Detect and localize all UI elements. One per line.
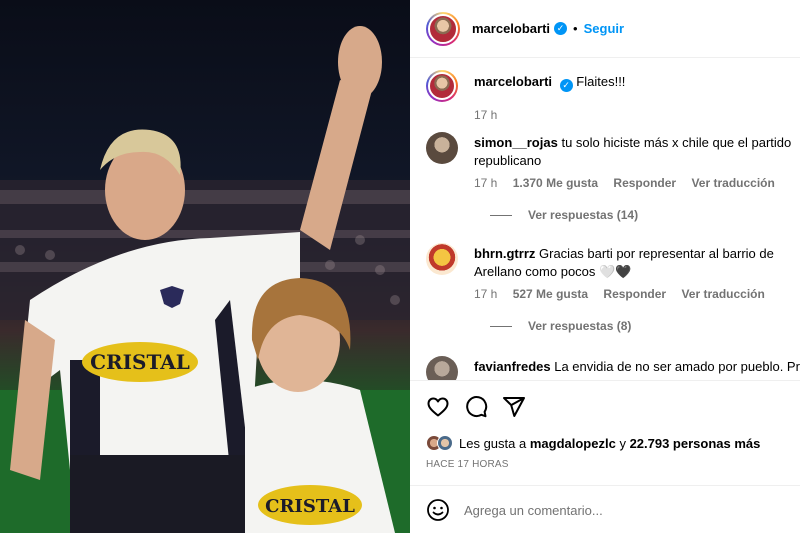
post-photo[interactable]: CRISTAL CRISTAL [0,0,410,533]
comment-username[interactable]: bhrn.gtrrz [474,246,535,261]
replies-divider [490,214,512,216]
comment-meta: 17 h 527 Me gusta Responder Ver traducci… [474,287,777,301]
author-avatar[interactable] [426,11,460,46]
like-heart-icon[interactable] [426,395,450,419]
comment-text: La envidia de no ser amado por pueblo. P… [554,359,800,374]
author-username[interactable]: marcelobarti [472,21,550,36]
verified-badge-icon: ✓ [559,79,573,92]
comment-likes[interactable]: 1.370 Me gusta [513,176,598,190]
verified-badge-icon: ✓ [554,22,568,35]
post-header: marcelobarti ✓ • Seguir [410,0,800,58]
comments-list[interactable]: marcelobarti ✓ Flaites!!! 17 h simon__ro… [410,58,800,380]
caption-meta: 17 h [474,108,509,122]
shirt-sponsor-text: CRISTAL [90,350,190,374]
add-comment-bar [410,485,800,533]
likes-count[interactable]: 22.793 personas más [630,436,761,451]
separator-dot: • [573,21,578,36]
comment-likes[interactable]: 527 Me gusta [513,287,588,301]
emoji-icon[interactable] [426,498,450,522]
comment-username[interactable]: simon__rojas [474,135,558,150]
view-replies-label: Ver respuestas (14) [528,208,639,222]
comment-bubble-icon[interactable] [464,395,488,419]
likes-summary: Les gusta a magdalopezlc y 22.793 person… [426,435,760,451]
comment-input[interactable] [464,502,764,518]
likes-middle: y [619,435,626,451]
caption-avatar[interactable] [426,70,458,102]
view-replies-label: Ver respuestas (8) [528,319,632,333]
commenter-avatar[interactable] [426,243,458,275]
liker-avatar [437,435,453,451]
comment-meta: 17 h 1.370 Me gusta Responder Ver traduc… [474,176,787,190]
share-send-icon[interactable] [502,395,526,419]
view-replies-button[interactable]: Ver respuestas (8) [490,319,631,333]
kid-shirt-sponsor-text: CRISTAL [265,496,355,517]
caption-text: Flaites!!! [576,74,626,89]
commenter-avatar[interactable] [426,132,458,164]
post-image-illustration: CRISTAL CRISTAL [0,26,410,533]
reply-button[interactable]: Responder [603,287,666,301]
reply-button[interactable]: Responder [613,176,676,190]
post-actions: Les gusta a magdalopezlc y 22.793 person… [410,380,800,533]
replies-divider [490,325,512,327]
comment-time: 17 h [474,287,498,301]
caption-time: 17 h [474,108,498,122]
view-replies-button[interactable]: Ver respuestas (14) [490,208,638,222]
comment-username[interactable]: favianfredes [474,359,551,374]
post-side-panel: marcelobarti ✓ • Seguir marcelobarti ✓ F… [410,0,800,533]
follow-button[interactable]: Seguir [584,21,624,36]
caption-username[interactable]: marcelobarti [474,74,552,89]
commenter-avatar[interactable] [426,356,458,380]
comment-time: 17 h [474,176,498,190]
post-timestamp: HACE 17 HORAS [426,459,509,470]
action-icons [426,395,526,419]
likes-prefix: Les gusta a [459,435,527,451]
likes-text: Les gusta a magdalopezlc y 22.793 person… [459,436,760,451]
translate-button[interactable]: Ver traducción [691,176,774,190]
likes-user[interactable]: magdalopezlc [530,436,616,451]
translate-button[interactable]: Ver traducción [681,287,764,301]
